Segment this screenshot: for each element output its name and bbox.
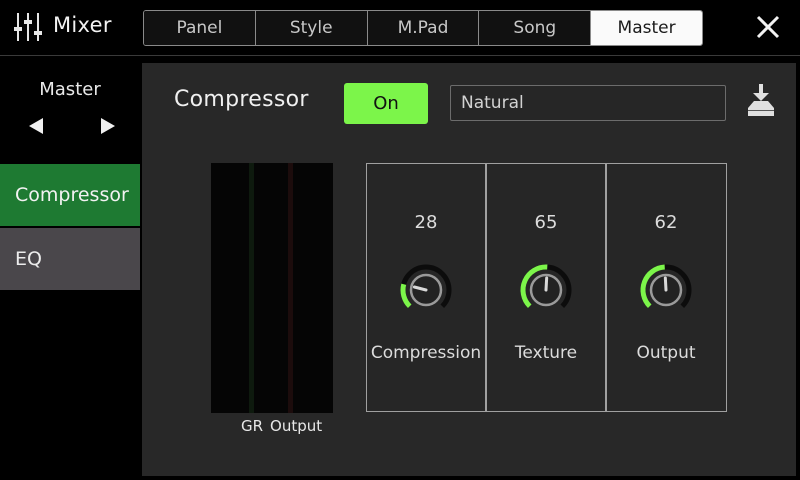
texture-knob-cell: 65 Texture <box>486 163 606 412</box>
tab-master[interactable]: Master <box>591 11 702 45</box>
tab-bar: Panel Style M.Pad Song Master <box>143 10 703 46</box>
output-knob[interactable] <box>639 263 693 317</box>
compression-label: Compression <box>370 343 482 363</box>
texture-label: Texture <box>514 343 578 363</box>
texture-value: 65 <box>534 212 558 233</box>
save-download-icon[interactable] <box>744 82 778 120</box>
sidebar-item-label: Compressor <box>15 184 129 206</box>
sidebar-item-compressor[interactable]: Compressor <box>0 164 140 226</box>
output-meter-label: Output <box>270 417 323 435</box>
output-label: Output <box>636 343 696 363</box>
output-value: 62 <box>654 212 678 233</box>
tab-style[interactable]: Style <box>255 11 368 45</box>
texture-knob[interactable] <box>519 263 573 317</box>
compression-knob[interactable] <box>399 263 453 317</box>
on-toggle-button[interactable]: On <box>344 83 428 124</box>
app-title: Mixer <box>53 13 112 37</box>
gr-output-meter <box>211 163 333 413</box>
arrow-right-icon[interactable] <box>95 114 119 138</box>
mixer-sliders-icon <box>14 13 42 41</box>
page-title: Compressor <box>174 87 309 112</box>
sidebar-item-label: EQ <box>15 248 42 270</box>
sidebar-title: Master <box>39 79 101 100</box>
top-bar: Mixer Panel Style M.Pad Song Master <box>0 0 800 56</box>
arrow-left-icon[interactable] <box>25 114 49 138</box>
compression-value: 28 <box>414 212 438 233</box>
gr-label: GR <box>241 417 264 435</box>
close-icon[interactable] <box>751 10 785 44</box>
tab-song[interactable]: Song <box>479 11 592 45</box>
output-meter-bar <box>288 163 293 413</box>
top-divider <box>0 55 800 56</box>
sidebar-item-eq[interactable]: EQ <box>0 228 140 290</box>
tab-panel[interactable]: Panel <box>144 11 256 45</box>
knob-pointer <box>663 276 668 292</box>
knob-pointer <box>544 276 549 292</box>
output-knob-cell: 62 Output <box>606 163 726 412</box>
meter-labels: GR Output <box>241 417 322 435</box>
preset-select[interactable]: Natural <box>450 85 726 121</box>
gr-meter-bar <box>249 163 254 413</box>
compression-knob-cell: 28 Compression <box>366 163 486 412</box>
tab-mpad[interactable]: M.Pad <box>367 11 480 45</box>
